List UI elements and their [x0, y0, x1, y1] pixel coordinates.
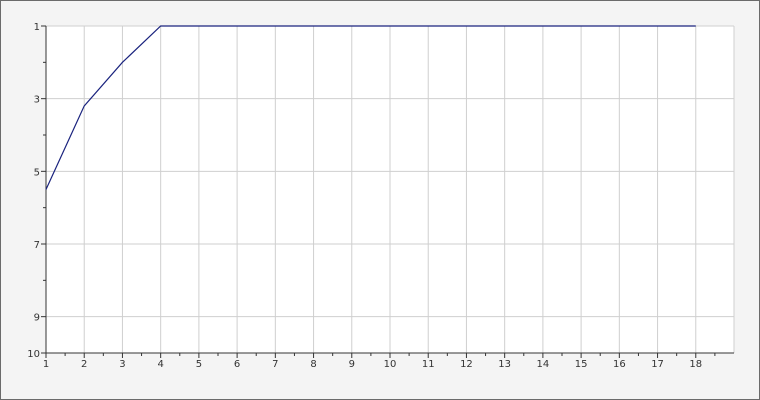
x-tick-label: 2 [81, 359, 87, 370]
x-tick-label: 14 [537, 359, 550, 370]
x-tick-label: 3 [119, 359, 125, 370]
x-tick-label: 1 [43, 359, 49, 370]
y-tick-label: 9 [34, 313, 40, 324]
x-tick-label: 17 [651, 359, 664, 370]
x-tick-label: 6 [234, 359, 240, 370]
y-tick-label: 7 [34, 240, 40, 251]
line-chart: 1 2 3 4 5 6 7 8 9 10 11 12 13 14 15 16 17 181357910 [27, 22, 735, 370]
x-tick-label: 13 [498, 359, 511, 370]
x-tick-label: 16 [613, 359, 626, 370]
x-tick-label: 7 [272, 359, 278, 370]
x-tick-label: 8 [310, 359, 316, 370]
x-tick-label: 12 [460, 359, 473, 370]
x-tick-label: 18 [689, 359, 702, 370]
x-tick-label: 9 [349, 359, 355, 370]
y-tick-label: 10 [27, 349, 40, 360]
x-tick-label: 11 [422, 359, 435, 370]
y-tick-label: 5 [34, 167, 40, 178]
x-tick-label: 5 [196, 359, 202, 370]
y-tick-label: 1 [34, 22, 40, 33]
x-tick-label: 4 [157, 359, 163, 370]
x-tick-label: 15 [575, 359, 588, 370]
x-tick-label: 10 [384, 359, 397, 370]
y-tick-label: 3 [34, 95, 40, 106]
